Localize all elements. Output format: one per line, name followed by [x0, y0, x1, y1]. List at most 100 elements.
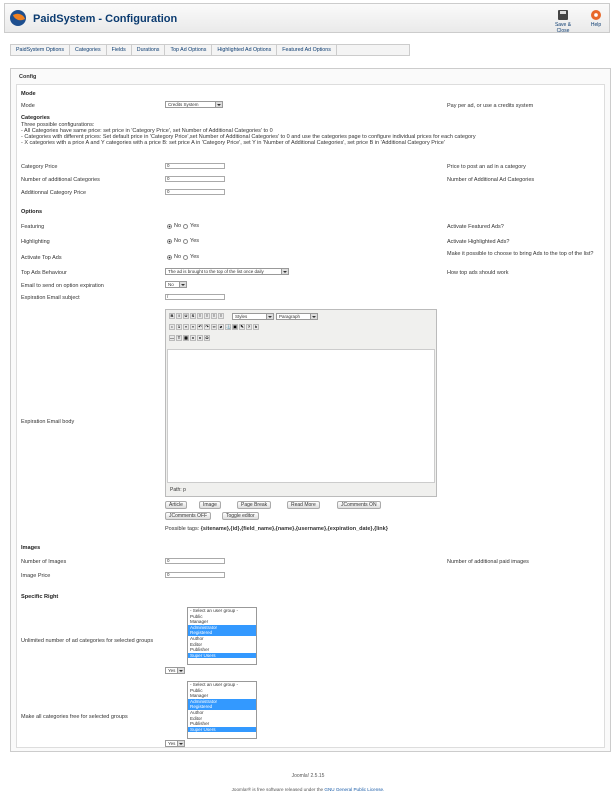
editor-toolbar-row-1: BIUS ≡ ≡ ≡ ≡: [169, 313, 224, 320]
editor-toolbar-row-2: • 1 «» ↶ ↷ ∞ ⌀ ⚓ ▣ ✎? h: [169, 324, 259, 331]
submenu: PaidSystem Options Categories Fields Dur…: [10, 44, 410, 56]
number-of-images-input[interactable]: 0: [165, 558, 225, 564]
featuring-yes-radio[interactable]: [183, 223, 189, 229]
email-expiration-select[interactable]: No: [165, 281, 187, 288]
category-price-label: Category Price: [21, 164, 58, 170]
underline-icon[interactable]: U: [183, 313, 189, 319]
email-expiration-value: No: [168, 282, 174, 287]
free-groups-list[interactable]: - Select an user group - Public Manager …: [187, 681, 257, 739]
chevron-down-icon: [215, 102, 222, 107]
toggle-editor-button[interactable]: Toggle editor: [222, 512, 259, 520]
tab-categories[interactable]: Categories: [70, 45, 107, 55]
save-close-button[interactable]: Save & Close: [548, 10, 578, 34]
free-categories-select[interactable]: Yes: [165, 740, 185, 747]
outdent-icon[interactable]: «: [183, 324, 189, 330]
remove-format-icon[interactable]: T: [176, 335, 182, 341]
align-left-icon[interactable]: ≡: [197, 313, 203, 319]
justify-icon[interactable]: ≡: [218, 313, 224, 319]
paragraph-select[interactable]: Paragraph: [276, 313, 318, 320]
numbered-list-icon[interactable]: 1: [176, 324, 182, 330]
list-item[interactable]: Super Users: [188, 652, 256, 659]
indent-icon[interactable]: »: [190, 324, 196, 330]
possible-tags-list: {sitename},{id},{field_name},{name},{use…: [200, 526, 388, 532]
unlimited-categories-select[interactable]: Yes: [165, 667, 185, 674]
help-button[interactable]: Help: [581, 10, 611, 28]
unlimited-groups-list[interactable]: - Select an user group - Public Manager …: [187, 607, 257, 665]
top-ads-behaviour-select[interactable]: The ad is brought to the top of the list…: [165, 268, 289, 275]
featuring-radio-group: No Yes: [167, 223, 199, 229]
unlimited-categories-label: Unlimited number of ad categories for se…: [21, 638, 154, 644]
undo-icon[interactable]: ↶: [197, 324, 203, 330]
chevron-down-icon: [281, 269, 288, 274]
email-expiration-label: Email to send on option expiration: [21, 283, 104, 289]
jcomments-off-button[interactable]: JComments OFF: [165, 512, 212, 520]
page-break-button[interactable]: Page Break: [237, 501, 272, 509]
radio-label-yes: Yes: [190, 254, 200, 260]
link-icon[interactable]: ∞: [211, 324, 217, 330]
image-icon[interactable]: ▣: [232, 324, 238, 330]
redo-icon[interactable]: ↷: [204, 324, 210, 330]
visual-aid-icon[interactable]: ▦: [183, 335, 189, 341]
italic-icon[interactable]: I: [176, 313, 182, 319]
help-icon[interactable]: ?: [246, 324, 252, 330]
free-categories-label: Make all categories free for selected gr…: [21, 714, 128, 720]
image-price-input[interactable]: 0: [165, 572, 225, 578]
unlink-icon[interactable]: ⌀: [218, 324, 224, 330]
editor-path: Path: p: [170, 487, 186, 493]
categories-heading: Categories: [21, 115, 50, 121]
anchor-icon[interactable]: ⚓: [225, 324, 231, 330]
image-price-label: Image Price: [21, 573, 51, 579]
superscript-icon[interactable]: x: [197, 335, 203, 341]
save-close-label: Save & Close: [554, 22, 572, 34]
mode-select[interactable]: Credits System: [165, 101, 223, 108]
mode-label: Mode: [21, 103, 35, 109]
top-ads-desc: Make it possible to choose to bring Ads …: [447, 251, 594, 257]
featuring-no-radio[interactable]: [167, 223, 172, 229]
tab-fields[interactable]: Fields: [107, 45, 132, 55]
tab-top-ad-options[interactable]: Top Ad Options: [165, 45, 213, 55]
footer-license-text: Joomla!® is free software released under…: [231, 787, 324, 792]
image-button[interactable]: Image: [199, 501, 221, 509]
highlighting-yes-radio[interactable]: [183, 238, 189, 244]
top-ads-radio-group: No Yes: [167, 254, 199, 260]
top-ads-label: Activate Top Ads: [21, 255, 62, 261]
jcomments-on-button[interactable]: JComments ON: [337, 501, 381, 509]
possible-tags-label: Possible tags:: [165, 526, 200, 532]
tab-highlighted-ad-options[interactable]: Highlighted Ad Options: [212, 45, 278, 55]
additional-category-price-input[interactable]: 0: [165, 189, 225, 195]
additional-categories-input[interactable]: 0: [165, 176, 225, 182]
subscript-icon[interactable]: x: [190, 335, 196, 341]
article-button[interactable]: Article: [165, 501, 187, 509]
tab-durations[interactable]: Durations: [132, 45, 166, 55]
radio-label-no: No: [174, 254, 182, 260]
highlighting-no-radio[interactable]: [167, 238, 172, 244]
tab-featured-ad-options[interactable]: Featured Ad Options: [277, 45, 337, 55]
horizontal-rule-icon[interactable]: —: [169, 335, 175, 341]
cleanup-icon[interactable]: ✎: [239, 324, 245, 330]
gpl-link[interactable]: GNU General Public License.: [324, 787, 384, 792]
tab-paidsystem-options[interactable]: PaidSystem Options: [11, 45, 70, 55]
align-center-icon[interactable]: ≡: [204, 313, 210, 319]
category-price-input[interactable]: 0: [165, 163, 225, 169]
email-body-editor: BIUS ≡ ≡ ≡ ≡ Styles Paragraph • 1 «» ↶ ↷ ∞ ⌀ ⚓ ▣ ✎…: [165, 309, 437, 497]
help-label: Help: [590, 22, 602, 28]
align-right-icon[interactable]: ≡: [211, 313, 217, 319]
styles-select[interactable]: Styles: [232, 313, 274, 320]
chevron-down-icon: [177, 668, 184, 673]
email-body-textarea[interactable]: [167, 349, 435, 483]
top-ads-no-radio[interactable]: [167, 254, 172, 260]
styles-value: Styles: [235, 314, 248, 319]
number-of-images-label: Number of Images: [21, 559, 67, 565]
read-more-button[interactable]: Read More: [287, 501, 320, 509]
special-char-icon[interactable]: Ω: [204, 335, 210, 341]
bullet-list-icon[interactable]: •: [169, 324, 175, 330]
save-icon: [558, 10, 568, 20]
chevron-down-icon: [177, 741, 184, 746]
strikethrough-icon[interactable]: S: [190, 313, 196, 319]
bold-icon[interactable]: B: [169, 313, 175, 319]
possible-tags: Possible tags: {sitename},{id},{field_na…: [165, 526, 388, 532]
html-icon[interactable]: h: [253, 324, 259, 330]
email-subject-input[interactable]: /: [165, 294, 225, 300]
top-ads-yes-radio[interactable]: [183, 254, 189, 260]
list-item[interactable]: Super Users: [188, 726, 256, 733]
